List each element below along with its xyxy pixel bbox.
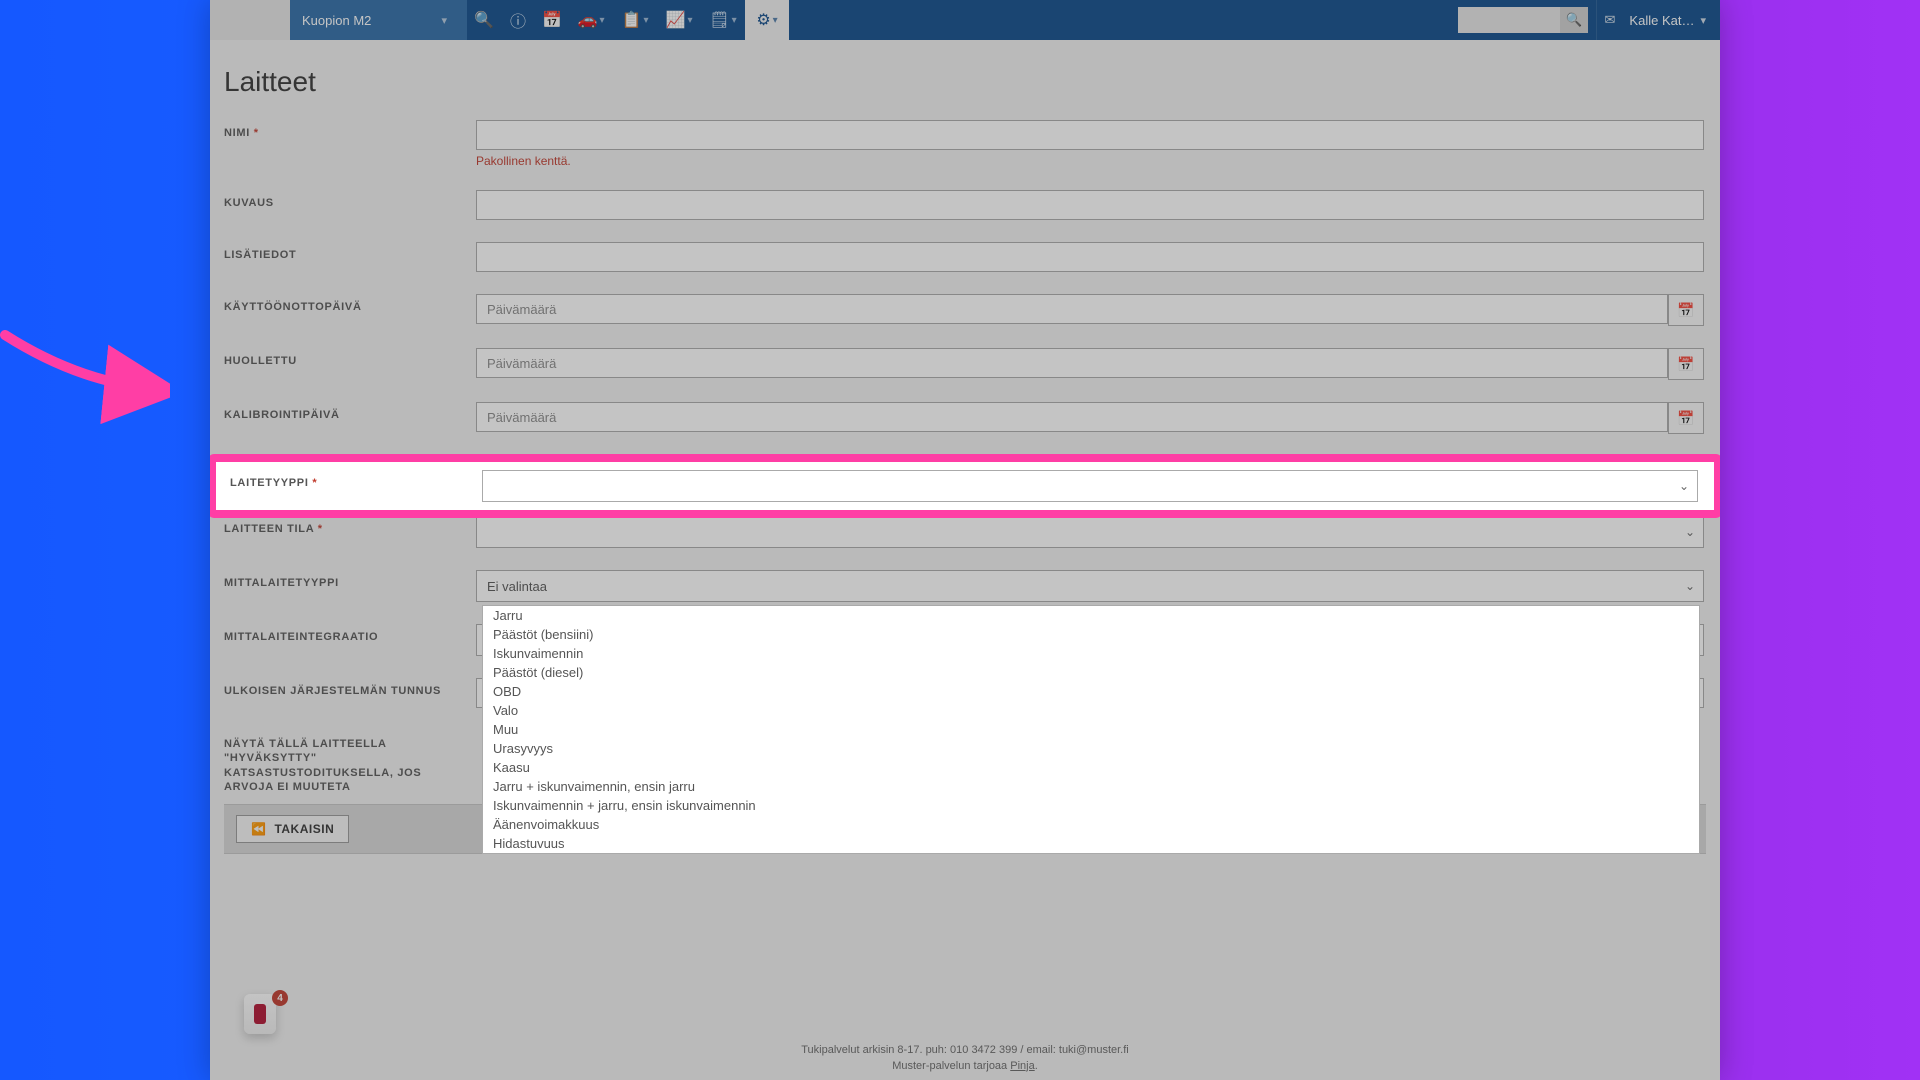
label-kayttoonotto: KÄYTTÖÖNOTTOPÄIVÄ (224, 294, 474, 313)
chevron-down-icon: ▾ (773, 15, 778, 26)
input-kuvaus[interactable] (476, 190, 1704, 220)
dropdown-option[interactable]: Urasyvyys (483, 739, 1699, 758)
input-kayttoonotto[interactable]: Päivämäärä (476, 294, 1668, 324)
dropdown-option[interactable]: Muu (483, 720, 1699, 739)
dropdown-option[interactable]: Päästöt (diesel) (483, 663, 1699, 682)
dropdown-laitetyyppi[interactable]: JarruPäästöt (bensiini)IskunvaimenninPää… (482, 605, 1700, 854)
footer-line1: Tukipalvelut arkisin 8-17. puh: 010 3472… (210, 1043, 1720, 1058)
field-huollettu: HUOLLETTU Päivämäärä 📅 (224, 348, 1706, 380)
chevron-down-icon: ▾ (732, 15, 737, 26)
label-mittalaitetyyppi: MITTALAITETYYPPI (224, 570, 474, 589)
chevron-down-icon: ⌄ (1679, 479, 1689, 493)
input-kalibrointi[interactable]: Päivämäärä (476, 402, 1668, 432)
calendar-icon[interactable]: 📅 (1668, 294, 1704, 326)
label-mittalaiteintegraatio: MITTALAITEINTEGRAATIO (224, 624, 474, 643)
clipboard-icon[interactable]: 📋▾ (613, 0, 657, 40)
back-button[interactable]: ⏪ TAKAISIN (236, 815, 349, 843)
select-laitetyyppi[interactable]: ⌄ (482, 470, 1698, 502)
dropdown-option[interactable]: Valo (483, 701, 1699, 720)
input-nimi[interactable] (476, 120, 1704, 150)
input-huollettu[interactable]: Päivämäärä (476, 348, 1668, 378)
chevron-down-icon: ▾ (643, 15, 648, 26)
nav-search: 🔍 (1458, 0, 1596, 40)
dropdown-option[interactable]: Jarru + iskunvaimennin, ensin jarru (483, 777, 1699, 796)
chevron-down-icon: ⌄ (1685, 579, 1695, 593)
field-kayttoonotto: KÄYTTÖÖNOTTOPÄIVÄ Päivämäärä 📅 (224, 294, 1706, 326)
calendar-icon[interactable]: 📅 (535, 0, 569, 40)
chevron-down-icon: ▾ (599, 15, 604, 26)
notification-badge: 4 (272, 990, 288, 1006)
label-lisatiedot: LISÄTIEDOT (224, 242, 474, 261)
user-name: Kalle Kat… (1629, 13, 1694, 28)
chevron-down-icon: ⌄ (1685, 525, 1695, 539)
field-kuvaus: KUVAUS (224, 190, 1706, 220)
nav-search-button[interactable]: 🔍 (1560, 7, 1588, 33)
dropdown-option[interactable]: Hidastuvuus (483, 834, 1699, 853)
footer-link[interactable]: Pinja (1010, 1060, 1034, 1072)
calendar-icon[interactable]: 📅 (1668, 402, 1704, 434)
page-content: Laitteet NIMI * Pakollinen kenttä. KUVAU… (210, 40, 1720, 872)
input-lisatiedot[interactable] (476, 242, 1704, 272)
field-mittalaitetyyppi: MITTALAITETYYPPI Ei valintaa ⌄ (224, 570, 1706, 602)
dropdown-option[interactable]: OBD (483, 682, 1699, 701)
app-frame: Kuopion M2 ▾ 🔍 ⓘ 📅 🚗▾ 📋▾ 📈▾ 🗒▾ ⚙▾ 🔍 ✉ Ka… (210, 0, 1720, 1080)
rewind-icon: ⏪ (251, 822, 266, 836)
label-hyvaksytty: NÄYTÄ TÄLLÄ LAITTEELLA "HYVÄKSYTTY" KATS… (224, 730, 474, 794)
select-mittalaitetyyppi[interactable]: Ei valintaa ⌄ (476, 570, 1704, 602)
footer-line2-prefix: Muster-palvelun tarjoaa (892, 1060, 1010, 1072)
label-laitteen-tila: LAITTEEN TILA (224, 523, 314, 535)
station-selector[interactable]: Kuopion M2 ▾ (290, 0, 467, 40)
dropdown-option[interactable]: Äänenvoimakkuus (483, 815, 1699, 834)
nav-search-input[interactable] (1458, 7, 1560, 33)
label-nimi: NIMI (224, 127, 250, 139)
label-huollettu: HUOLLETTU (224, 348, 474, 367)
chevron-down-icon: ▾ (441, 14, 447, 27)
field-laitteen-tila: LAITTEEN TILA * ⌄ (224, 516, 1706, 548)
chart-icon[interactable]: 📈▾ (657, 0, 701, 40)
error-required: Pakollinen kenttä. (476, 154, 1704, 168)
field-kalibrointi: KALIBROINTIPÄIVÄ Päivämäärä 📅 (224, 402, 1706, 434)
logo-slot (210, 0, 290, 40)
mail-icon: ✉ (1605, 12, 1616, 28)
label-kuvaus: KUVAUS (224, 190, 474, 209)
label-laitetyyppi: LAITETYYPPI (230, 477, 309, 489)
dropdown-option[interactable]: Iskunvaimennin + jarru, ensin iskunvaime… (483, 796, 1699, 815)
label-kalibrointi: KALIBROINTIPÄIVÄ (224, 402, 474, 421)
user-menu[interactable]: ✉ Kalle Kat… ▾ (1596, 0, 1720, 40)
station-label: Kuopion M2 (302, 13, 371, 28)
dropdown-option[interactable]: Päästöt (bensiini) (483, 625, 1699, 644)
info-icon[interactable]: ⓘ (501, 0, 535, 40)
page-footer: Tukipalvelut arkisin 8-17. puh: 010 3472… (210, 1043, 1720, 1074)
back-button-label: TAKAISIN (274, 822, 334, 836)
dropdown-option[interactable]: Jarru (483, 606, 1699, 625)
top-nav: Kuopion M2 ▾ 🔍 ⓘ 📅 🚗▾ 📋▾ 📈▾ 🗒▾ ⚙▾ 🔍 ✉ Ka… (210, 0, 1720, 40)
chevron-down-icon: ▾ (1700, 14, 1706, 27)
dropdown-option[interactable]: Kaasu (483, 758, 1699, 777)
label-ulkoinen-tunnus: ULKOISEN JÄRJESTELMÄN TUNNUS (224, 678, 474, 697)
settings-icon[interactable]: ⚙▾ (745, 0, 789, 40)
search-icon[interactable]: 🔍 (467, 0, 501, 40)
highlight-laitetyyppi: LAITETYYPPI * ⌄ JarruPäästöt (bensiini)I… (210, 456, 1720, 516)
vehicle-icon[interactable]: 🚗▾ (569, 0, 613, 40)
laitetyyppi-host: ⌄ JarruPäästöt (bensiini)IskunvaimenninP… (482, 470, 1700, 502)
field-lisatiedot: LISÄTIEDOT (224, 242, 1706, 272)
page-title: Laitteet (224, 66, 1706, 98)
list-icon[interactable]: 🗒▾ (701, 0, 745, 40)
select-laitteen-tila[interactable]: ⌄ (476, 516, 1704, 548)
dropdown-option[interactable]: Iskunvaimennin (483, 644, 1699, 663)
chevron-down-icon: ▾ (687, 15, 692, 26)
field-laitetyyppi: LAITETYYPPI * ⌄ JarruPäästöt (bensiini)I… (230, 462, 1700, 510)
help-bubble[interactable]: 4 (244, 994, 284, 1036)
field-nimi: NIMI * Pakollinen kenttä. (224, 120, 1706, 168)
calendar-icon[interactable]: 📅 (1668, 348, 1704, 380)
